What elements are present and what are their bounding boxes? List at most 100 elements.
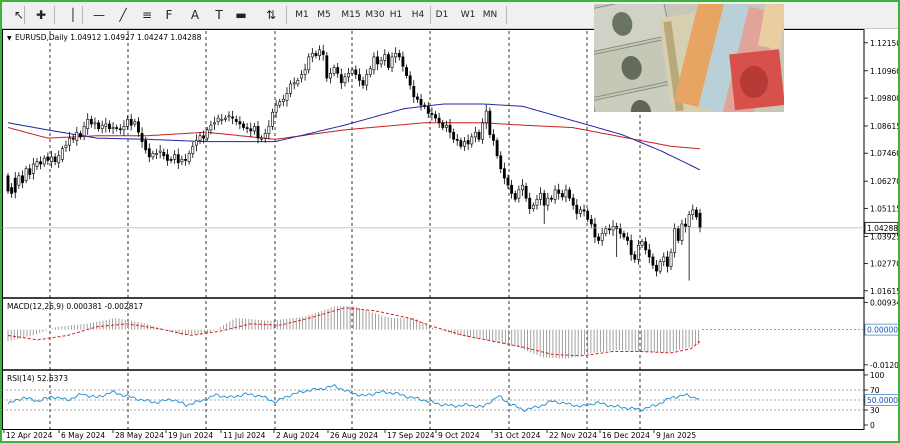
candle[interactable]	[437, 112, 441, 129]
candle[interactable]	[271, 108, 274, 130]
candle[interactable]	[466, 134, 470, 151]
candle[interactable]	[579, 206, 582, 218]
candle[interactable]	[176, 148, 180, 169]
candle[interactable]	[502, 162, 506, 185]
candle[interactable]	[111, 122, 115, 134]
candle[interactable]	[93, 117, 97, 130]
candle[interactable]	[626, 232, 629, 245]
candle[interactable]	[379, 56, 383, 68]
candle[interactable]	[46, 152, 50, 165]
candle[interactable]	[289, 80, 293, 98]
timeframe-m5-button[interactable]: M5	[314, 6, 334, 24]
candle[interactable]	[79, 130, 82, 140]
candle[interactable]	[39, 156, 43, 170]
candle[interactable]	[452, 128, 456, 143]
timeframe-m15-button[interactable]: M15	[338, 6, 364, 24]
candle[interactable]	[307, 53, 311, 74]
candle[interactable]	[662, 252, 666, 267]
candle[interactable]	[184, 153, 187, 166]
candle[interactable]	[278, 98, 282, 108]
candle[interactable]	[531, 202, 535, 212]
candle[interactable]	[684, 217, 687, 233]
arrows-dropdown-icon[interactable]: ⇅	[260, 6, 282, 24]
candle[interactable]	[354, 65, 358, 80]
candle[interactable]	[463, 137, 466, 151]
candle[interactable]	[318, 45, 322, 61]
candle[interactable]	[231, 110, 235, 125]
candle[interactable]	[332, 64, 336, 77]
candle[interactable]	[622, 230, 626, 240]
candle[interactable]	[459, 137, 463, 150]
candle[interactable]	[510, 179, 514, 199]
candle[interactable]	[86, 113, 90, 135]
candle[interactable]	[691, 204, 695, 220]
candle[interactable]	[343, 73, 347, 87]
candle[interactable]	[100, 120, 104, 134]
candle[interactable]	[191, 141, 195, 158]
candle[interactable]	[169, 156, 173, 164]
candle[interactable]	[336, 63, 340, 78]
candle[interactable]	[31, 157, 35, 180]
candle[interactable]	[361, 76, 365, 89]
candle[interactable]	[376, 50, 379, 71]
candle[interactable]	[267, 120, 271, 140]
candle[interactable]	[600, 228, 604, 246]
candle[interactable]	[564, 184, 568, 203]
candle[interactable]	[365, 69, 369, 91]
candle[interactable]	[108, 120, 111, 133]
candle[interactable]	[680, 219, 684, 245]
candle[interactable]	[242, 121, 245, 131]
candle[interactable]	[528, 192, 532, 215]
candle[interactable]	[629, 234, 633, 261]
timeframe-h4-button[interactable]: H4	[408, 6, 428, 24]
candle[interactable]	[665, 250, 669, 273]
candle[interactable]	[252, 122, 256, 135]
candle[interactable]	[669, 248, 673, 271]
candle[interactable]	[6, 172, 10, 194]
candle[interactable]	[216, 114, 220, 126]
candle[interactable]	[162, 148, 166, 160]
candle[interactable]	[397, 49, 401, 61]
candle[interactable]	[303, 63, 307, 81]
candle[interactable]	[647, 243, 651, 264]
candle[interactable]	[329, 68, 332, 84]
timeframe-m1-button[interactable]: M1	[292, 6, 312, 24]
candle[interactable]	[698, 208, 702, 233]
candle[interactable]	[205, 127, 209, 141]
candle[interactable]	[220, 113, 224, 125]
candle[interactable]	[434, 110, 437, 122]
candle[interactable]	[263, 128, 267, 143]
candle[interactable]	[24, 165, 28, 184]
candle[interactable]	[339, 68, 343, 89]
candle[interactable]	[401, 51, 405, 72]
candle[interactable]	[636, 239, 640, 265]
candle[interactable]	[249, 122, 253, 138]
candle[interactable]	[71, 134, 75, 143]
candle[interactable]	[17, 172, 21, 189]
candle[interactable]	[147, 143, 151, 163]
candle[interactable]	[57, 150, 61, 169]
candle[interactable]	[597, 233, 600, 245]
candle[interactable]	[281, 94, 285, 107]
candle[interactable]	[607, 224, 611, 235]
candle[interactable]	[481, 118, 485, 144]
candle[interactable]	[137, 117, 140, 137]
timeframe-mn-button[interactable]: MN	[480, 6, 500, 24]
candle[interactable]	[477, 129, 481, 143]
candle[interactable]	[513, 190, 517, 203]
text-label-icon[interactable]: T	[210, 6, 228, 24]
candle[interactable]	[470, 133, 474, 148]
candle[interactable]	[673, 223, 677, 258]
candle[interactable]	[412, 80, 416, 104]
candle[interactable]	[75, 126, 79, 146]
candle[interactable]	[122, 120, 126, 136]
candle[interactable]	[473, 126, 477, 143]
candle[interactable]	[68, 131, 72, 152]
candle[interactable]	[198, 132, 202, 145]
candle[interactable]	[535, 194, 539, 210]
candle[interactable]	[419, 93, 423, 111]
candle[interactable]	[129, 113, 133, 131]
candle[interactable]	[557, 183, 561, 200]
crosshair-icon[interactable]: ✚	[32, 6, 50, 24]
candle[interactable]	[448, 119, 452, 139]
